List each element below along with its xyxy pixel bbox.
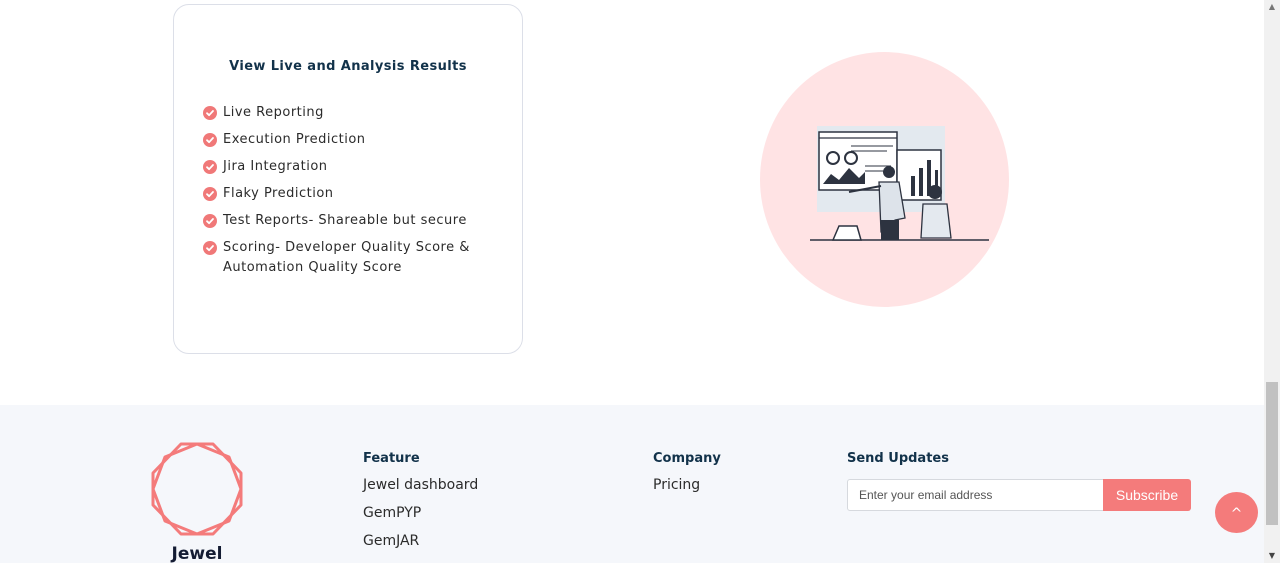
feature-label: Execution Prediction (223, 132, 366, 147)
feature-label: Scoring- Developer Quality Score & Autom… (223, 240, 470, 275)
check-circle-icon (203, 160, 217, 174)
scroll-up-arrow-icon[interactable]: ▲ (1267, 0, 1277, 14)
brand-name: Jewel (171, 544, 223, 563)
link-jewel-dashboard[interactable]: Jewel dashboard (363, 477, 478, 493)
feature-label: Test Reports- Shareable but secure (223, 213, 467, 228)
check-circle-icon (203, 133, 217, 147)
link-gempyp[interactable]: GemPYP (363, 505, 421, 521)
email-input[interactable] (847, 479, 1104, 511)
check-circle-icon (203, 187, 217, 201)
page: View Live and Analysis Results Live Repo… (0, 0, 1280, 563)
presentation-illustration (810, 126, 989, 241)
scroll-down-arrow-icon[interactable]: ▼ (1267, 549, 1277, 563)
card-title: View Live and Analysis Results (229, 59, 467, 74)
feature-item: Flaky Prediction (203, 184, 503, 204)
jewel-logo-icon (151, 442, 243, 536)
feature-label: Jira Integration (223, 159, 328, 174)
link-gemjar[interactable]: GemJAR (363, 533, 419, 549)
feature-item: Jira Integration (203, 157, 503, 177)
feature-item: Scoring- Developer Quality Score & Autom… (203, 238, 503, 278)
feature-label: Flaky Prediction (223, 186, 334, 201)
company-heading: Company (653, 451, 721, 466)
check-circle-icon (203, 214, 217, 228)
check-circle-icon (203, 241, 217, 255)
feature-list: Live Reporting Execution Prediction Jira… (203, 103, 503, 285)
scrollbar-thumb[interactable] (1266, 382, 1278, 525)
subscribe-button[interactable]: Subscribe (1103, 479, 1191, 511)
feature-label: Live Reporting (223, 105, 324, 120)
results-card: View Live and Analysis Results Live Repo… (173, 4, 523, 354)
link-pricing[interactable]: Pricing (653, 477, 700, 493)
feature-heading: Feature (363, 451, 420, 466)
feature-item: Test Reports- Shareable but secure (203, 211, 503, 231)
back-to-top-button[interactable]: ^ (1215, 492, 1258, 533)
check-circle-icon (203, 106, 217, 120)
feature-item: Execution Prediction (203, 130, 503, 150)
send-updates-heading: Send Updates (847, 451, 949, 466)
feature-item: Live Reporting (203, 103, 503, 123)
